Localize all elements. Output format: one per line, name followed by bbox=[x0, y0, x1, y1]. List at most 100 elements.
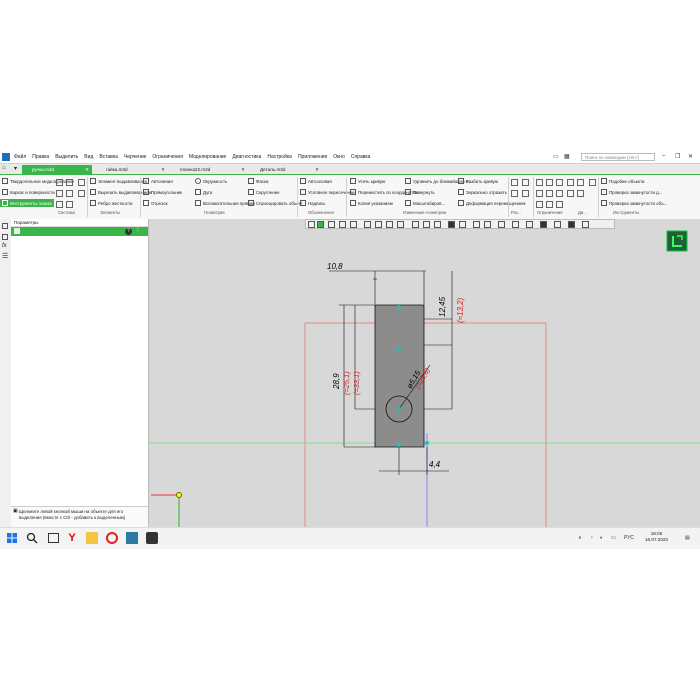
constraint-parallel-icon[interactable] bbox=[556, 179, 563, 186]
close-tab-icon[interactable]: ✕ bbox=[315, 165, 319, 174]
constraint-collinear-icon[interactable] bbox=[567, 179, 574, 186]
tab-nut[interactable]: гайка.m3d ✕ bbox=[96, 165, 168, 174]
menu-view[interactable]: Вид bbox=[84, 154, 93, 160]
redo-icon[interactable] bbox=[66, 201, 73, 208]
diagnostics-icon[interactable] bbox=[567, 190, 574, 197]
menu-edit[interactable]: Правка bbox=[32, 154, 49, 160]
menu-apps[interactable]: Приложения bbox=[298, 154, 327, 160]
aux-line-button[interactable]: Вспомогательная прямая bbox=[195, 200, 255, 206]
project-object-button[interactable]: Спроецировать объект bbox=[248, 200, 303, 206]
constraint-horizontal-icon[interactable] bbox=[546, 179, 553, 186]
tab-plate22[interactable]: планка22.m3d ✕ bbox=[170, 165, 248, 174]
dimension-icon[interactable] bbox=[511, 179, 518, 186]
deform-button[interactable]: Деформация перемещением bbox=[458, 200, 525, 206]
dimension-diameter-icon[interactable] bbox=[522, 190, 529, 197]
menu-window[interactable]: Окно bbox=[333, 154, 345, 160]
layout-icon[interactable]: ▦ bbox=[564, 153, 570, 160]
rotate-button[interactable]: Повернуть bbox=[405, 189, 435, 195]
menu-select[interactable]: Выделить bbox=[55, 154, 78, 160]
chamfer-button[interactable]: Фаска bbox=[248, 178, 268, 184]
menu-modeling[interactable]: Моделирование bbox=[189, 154, 226, 160]
restore-icon[interactable]: ❐ bbox=[675, 153, 680, 160]
constraint-fix-icon[interactable] bbox=[556, 190, 563, 197]
scale-button[interactable]: Масштабиров... bbox=[405, 200, 445, 206]
kompas-taskbar-icon[interactable] bbox=[126, 532, 138, 544]
task-view-icon[interactable] bbox=[48, 533, 59, 543]
eyedropper-icon[interactable] bbox=[589, 179, 596, 186]
minimize-icon[interactable]: – bbox=[662, 153, 665, 159]
tab-handle[interactable]: ручка.m3d ✕ bbox=[22, 165, 92, 174]
check-closure-button[interactable]: Проверка замкнутости д... bbox=[601, 189, 662, 195]
menu-help[interactable]: Справка bbox=[351, 154, 371, 160]
constraint-symmetry-icon[interactable] bbox=[556, 201, 563, 208]
menu-settings[interactable]: Настройка bbox=[267, 154, 292, 160]
rectangle-button[interactable]: Прямоугольник bbox=[143, 189, 182, 195]
arc-button[interactable]: Дуга bbox=[195, 189, 212, 195]
variables-icon[interactable]: fx bbox=[2, 243, 7, 249]
circle-button[interactable]: Окружность bbox=[195, 178, 227, 184]
tab-detail[interactable]: Деталь.m3d ✕ bbox=[250, 165, 322, 174]
language-indicator[interactable]: РУС bbox=[624, 535, 634, 541]
mode-solid[interactable]: Твердотельное моделирование bbox=[2, 178, 74, 184]
mirror-button[interactable]: Зеркально отразить bbox=[458, 189, 507, 195]
monitor-icon[interactable]: ▭ bbox=[553, 153, 559, 160]
apply-icon[interactable] bbox=[14, 228, 20, 234]
list-icon[interactable]: ☰ bbox=[2, 252, 8, 260]
yandex-browser-icon[interactable]: Y bbox=[66, 532, 78, 544]
dimension-radius-icon[interactable] bbox=[511, 190, 518, 197]
chevron-down-icon[interactable]: ▾ bbox=[14, 165, 17, 172]
copy-button[interactable]: Копия указанием bbox=[350, 200, 393, 206]
view-cube-icon[interactable] bbox=[666, 230, 688, 252]
windows-start-icon[interactable] bbox=[6, 532, 18, 544]
text-label-button[interactable]: Надпись bbox=[300, 200, 326, 206]
parameters-icon[interactable] bbox=[2, 223, 8, 229]
constraint-tangent-icon[interactable] bbox=[546, 190, 553, 197]
close-tab-icon[interactable]: ✕ bbox=[241, 165, 245, 174]
print-icon[interactable] bbox=[56, 190, 63, 197]
close-tab-icon[interactable]: ✕ bbox=[85, 165, 89, 174]
menu-diagnostics[interactable]: Диагностика bbox=[232, 154, 261, 160]
undo-icon[interactable] bbox=[56, 201, 63, 208]
close-tab-icon[interactable]: ✕ bbox=[161, 165, 165, 174]
constraint-perpendicular-icon[interactable] bbox=[536, 190, 543, 197]
split-curve-button[interactable]: Разбить кривую bbox=[458, 178, 498, 184]
tree-icon[interactable] bbox=[2, 234, 8, 240]
rib-button[interactable]: Ребро жесткости bbox=[90, 200, 132, 206]
menu-file[interactable]: Файл bbox=[14, 154, 26, 160]
check-object-closure-button[interactable]: Проверка замкнутости объ... bbox=[601, 200, 667, 206]
wifi-icon[interactable]: ◔ bbox=[590, 535, 593, 541]
mode-wireframe[interactable]: Каркас и поверхности bbox=[2, 189, 55, 195]
constraint-vertical-icon[interactable] bbox=[536, 179, 543, 186]
help-icon[interactable]: ? bbox=[125, 228, 132, 235]
fillet-button[interactable]: Скругление bbox=[248, 189, 280, 195]
constraint-midpoint-icon[interactable] bbox=[577, 179, 584, 186]
extrude-button[interactable]: Элемент выдавливания bbox=[90, 178, 147, 184]
clock[interactable]: 18:05 16.07.2023 bbox=[645, 531, 668, 543]
search-icon[interactable] bbox=[26, 532, 38, 544]
open-folder-icon[interactable] bbox=[66, 179, 73, 186]
constraint-equal-icon[interactable] bbox=[546, 201, 553, 208]
model-canvas[interactable]: 10,8 12,45 (≈13,2) 28,9 (≈25,1) (≈33,1) … bbox=[149, 219, 700, 527]
constraint-coincident-icon[interactable] bbox=[536, 201, 543, 208]
menu-constraints[interactable]: Ограничения bbox=[152, 154, 182, 160]
command-search-input[interactable]: Поиск по командам (Alt+/) bbox=[581, 153, 655, 161]
menu-drawing[interactable]: Черчение bbox=[124, 154, 147, 160]
volume-icon[interactable]: 🔈︎ bbox=[600, 535, 603, 541]
save-icon[interactable] bbox=[78, 179, 85, 186]
auto-axis-button[interactable]: Автоосевая bbox=[300, 178, 332, 184]
opera-icon[interactable] bbox=[106, 532, 118, 544]
show-constraints-icon[interactable] bbox=[577, 190, 584, 197]
similarity-button[interactable]: Подобие объекта bbox=[601, 178, 645, 184]
settings-icon[interactable] bbox=[78, 190, 85, 197]
segment-button[interactable]: Отрезок bbox=[143, 200, 168, 206]
app-taskbar-icon[interactable] bbox=[146, 532, 158, 544]
menu-insert[interactable]: Вставка bbox=[99, 154, 118, 160]
close-icon[interactable]: ✕ bbox=[688, 153, 693, 160]
home-icon[interactable]: ⌂ bbox=[2, 165, 6, 171]
trim-curve-button[interactable]: Усечь кривую bbox=[350, 178, 385, 184]
autoline-button[interactable]: Автолиния bbox=[143, 178, 173, 184]
properties-icon[interactable] bbox=[66, 190, 73, 197]
dimension-angle-icon[interactable] bbox=[522, 179, 529, 186]
notifications-icon[interactable]: ▤ bbox=[685, 535, 690, 541]
tray-chevron-icon[interactable]: ∧ bbox=[578, 535, 582, 541]
